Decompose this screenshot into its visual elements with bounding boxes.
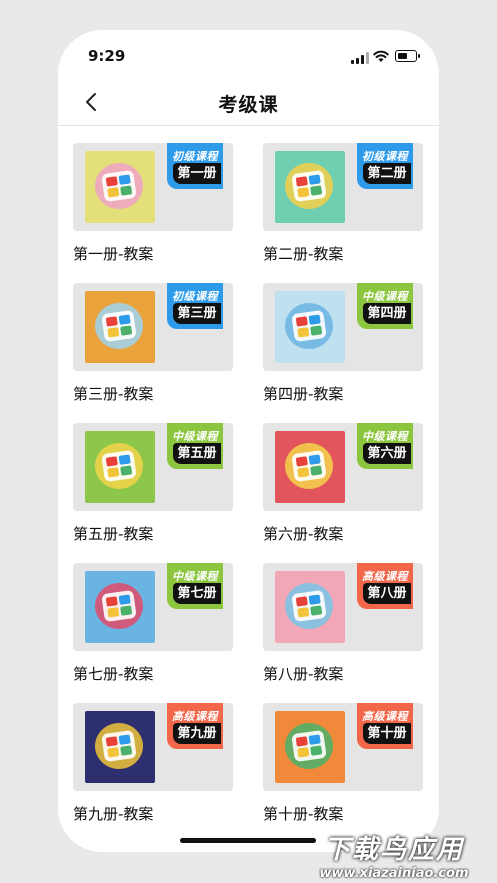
course-title: 第九册-教案 [73, 805, 154, 823]
course-cover-image [85, 151, 155, 223]
course-card[interactable]: 初级课程 第一册第一册-教案 [73, 143, 233, 271]
level-label: 中级课程 [172, 430, 218, 443]
volume-label: 第四册 [363, 303, 411, 324]
level-label: 高级课程 [172, 710, 218, 723]
level-badge: 中级课程 第六册 [357, 423, 413, 469]
course-thumbnail[interactable]: 高级课程 第八册 [263, 563, 423, 651]
course-cover-image [275, 291, 345, 363]
course-title: 第六册-教案 [263, 525, 344, 543]
level-badge: 初级课程 第一册 [167, 143, 223, 189]
phone-screen: 9:29 考级课 初级课程 第一册 第一册-教案 初级课程 第二册 第二册-教案 初级课程第… [58, 30, 439, 852]
level-label: 中级课程 [362, 290, 408, 303]
volume-label: 第八册 [363, 583, 411, 604]
volume-label: 第一册 [173, 163, 221, 184]
level-label: 高级课程 [362, 570, 408, 583]
level-badge: 中级课程 第五册 [167, 423, 223, 469]
level-label: 初级课程 [172, 290, 218, 303]
watermark: 下载鸟应用 www.xiazainiao.com [299, 829, 489, 881]
volume-label: 第九册 [173, 723, 221, 744]
course-cover-image [85, 291, 155, 363]
course-title: 第四册-教案 [263, 385, 344, 403]
level-badge: 中级课程 第四册 [357, 283, 413, 329]
level-label: 中级课程 [172, 570, 218, 583]
home-indicator[interactable] [180, 838, 316, 843]
course-title: 第八册-教案 [263, 665, 344, 683]
course-cover-image [85, 431, 155, 503]
course-thumbnail[interactable]: 高级课程 第九册 [73, 703, 233, 791]
course-card[interactable]: 初级课程 第二册第二册-教案 [263, 143, 423, 271]
level-badge: 高级课程 第十册 [357, 703, 413, 749]
battery-icon [395, 50, 420, 62]
cellular-signal-icon [351, 52, 369, 64]
course-title: 第十册-教案 [263, 805, 344, 823]
level-badge: 高级课程 第九册 [167, 703, 223, 749]
volume-label: 第二册 [363, 163, 411, 184]
volume-label: 第五册 [173, 443, 221, 464]
course-title: 第三册-教案 [73, 385, 154, 403]
level-label: 初级课程 [362, 150, 408, 163]
course-card[interactable]: 中级课程 第六册第六册-教案 [263, 423, 423, 551]
course-cover-image [275, 431, 345, 503]
course-card[interactable]: 高级课程 第九册第九册-教案 [73, 703, 233, 831]
course-card[interactable]: 中级课程 第五册第五册-教案 [73, 423, 233, 551]
volume-label: 第七册 [173, 583, 221, 604]
level-label: 中级课程 [362, 430, 408, 443]
watermark-main: 下载鸟应用 [323, 835, 464, 865]
course-card[interactable]: 高级课程 第十册第十册-教案 [263, 703, 423, 831]
course-card[interactable]: 高级课程 第八册第八册-教案 [263, 563, 423, 691]
course-title: 第一册-教案 [73, 245, 154, 263]
course-title: 第七册-教案 [73, 665, 154, 683]
course-thumbnail[interactable]: 初级课程 第二册 [263, 143, 423, 231]
course-thumbnail[interactable]: 中级课程 第五册 [73, 423, 233, 511]
course-thumbnail[interactable]: 中级课程 第六册 [263, 423, 423, 511]
course-title: 第五册-教案 [73, 525, 154, 543]
course-title: 第二册-教案 [263, 245, 344, 263]
status-bar: 9:29 [58, 30, 439, 80]
navigation-bar: 考级课 [58, 80, 439, 126]
level-badge: 初级课程 第三册 [167, 283, 223, 329]
page-title: 考级课 [218, 94, 279, 116]
course-thumbnail[interactable]: 中级课程 第七册 [73, 563, 233, 651]
course-cover-image [85, 571, 155, 643]
course-card[interactable]: 中级课程 第七册第七册-教案 [73, 563, 233, 691]
volume-label: 第六册 [363, 443, 411, 464]
course-card[interactable]: 初级课程 第三册第三册-教案 [73, 283, 233, 411]
watermark-sub: www.xiazainiao.com [319, 866, 469, 881]
course-thumbnail[interactable]: 高级课程 第十册 [263, 703, 423, 791]
course-cover-image [275, 151, 345, 223]
course-cover-image [85, 711, 155, 783]
level-badge: 初级课程 第二册 [357, 143, 413, 189]
status-time: 9:29 [88, 47, 126, 65]
course-thumbnail[interactable]: 初级课程 第一册 [73, 143, 233, 231]
course-cover-image [275, 711, 345, 783]
course-card[interactable]: 中级课程 第四册第四册-教案 [263, 283, 423, 411]
level-label: 初级课程 [172, 150, 218, 163]
level-badge: 中级课程 第七册 [167, 563, 223, 609]
course-cover-image [275, 571, 345, 643]
volume-label: 第三册 [173, 303, 221, 324]
course-thumbnail[interactable]: 初级课程 第三册 [73, 283, 233, 371]
course-thumbnail[interactable]: 中级课程 第四册 [263, 283, 423, 371]
level-badge: 高级课程 第八册 [357, 563, 413, 609]
volume-label: 第十册 [363, 723, 411, 744]
level-label: 高级课程 [362, 710, 408, 723]
wifi-icon [373, 50, 389, 62]
